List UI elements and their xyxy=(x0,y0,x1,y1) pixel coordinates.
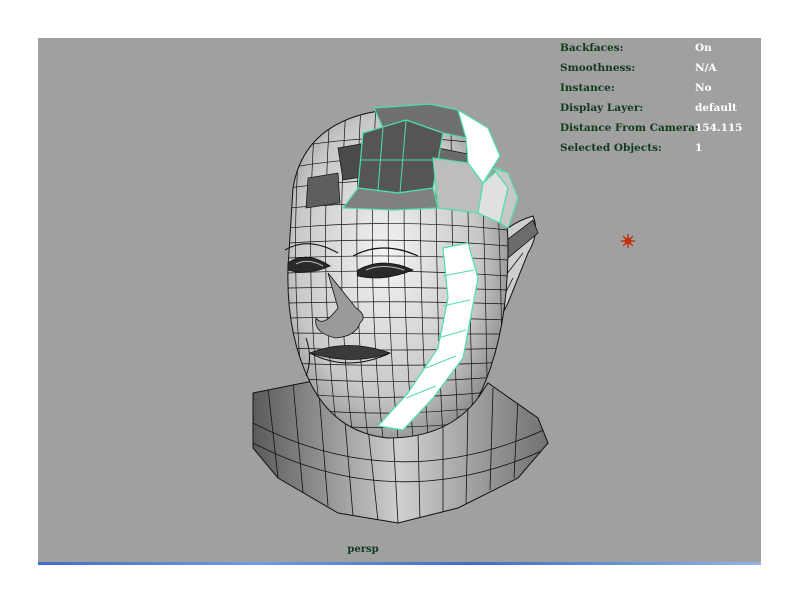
point-light-icon[interactable] xyxy=(621,234,635,248)
head xyxy=(284,103,519,439)
heads-up-display: Backfaces: On Smoothness: N/A Instance: … xyxy=(560,40,760,160)
hud-row-display-layer: Display Layer: default xyxy=(560,100,760,120)
hud-label: Smoothness: xyxy=(560,62,636,74)
hud-label: Display Layer: xyxy=(560,102,644,114)
hud-value: 154.115 xyxy=(695,122,743,134)
hud-row-selected-objects: Selected Objects: 1 xyxy=(560,140,760,160)
hud-value: On xyxy=(695,42,712,54)
hud-label: Distance From Camera: xyxy=(560,122,699,134)
hud-value: 1 xyxy=(695,142,703,154)
perspective-viewport[interactable]: Backfaces: On Smoothness: N/A Instance: … xyxy=(38,38,761,562)
hud-label: Backfaces: xyxy=(560,42,624,54)
hud-value: N/A xyxy=(695,62,717,74)
viewport-bottom-bar xyxy=(38,562,761,565)
hud-row-distance-from-camera: Distance From Camera: 154.115 xyxy=(560,120,760,140)
hud-row-instance: Instance: No xyxy=(560,80,760,100)
hud-row-backfaces: Backfaces: On xyxy=(560,40,760,60)
hud-row-smoothness: Smoothness: N/A xyxy=(560,60,760,80)
hud-label: Selected Objects: xyxy=(560,142,662,154)
camera-name-label: persp xyxy=(347,544,379,555)
hud-value: No xyxy=(695,82,712,94)
hud-label: Instance: xyxy=(560,82,615,94)
hud-value: default xyxy=(695,102,737,114)
